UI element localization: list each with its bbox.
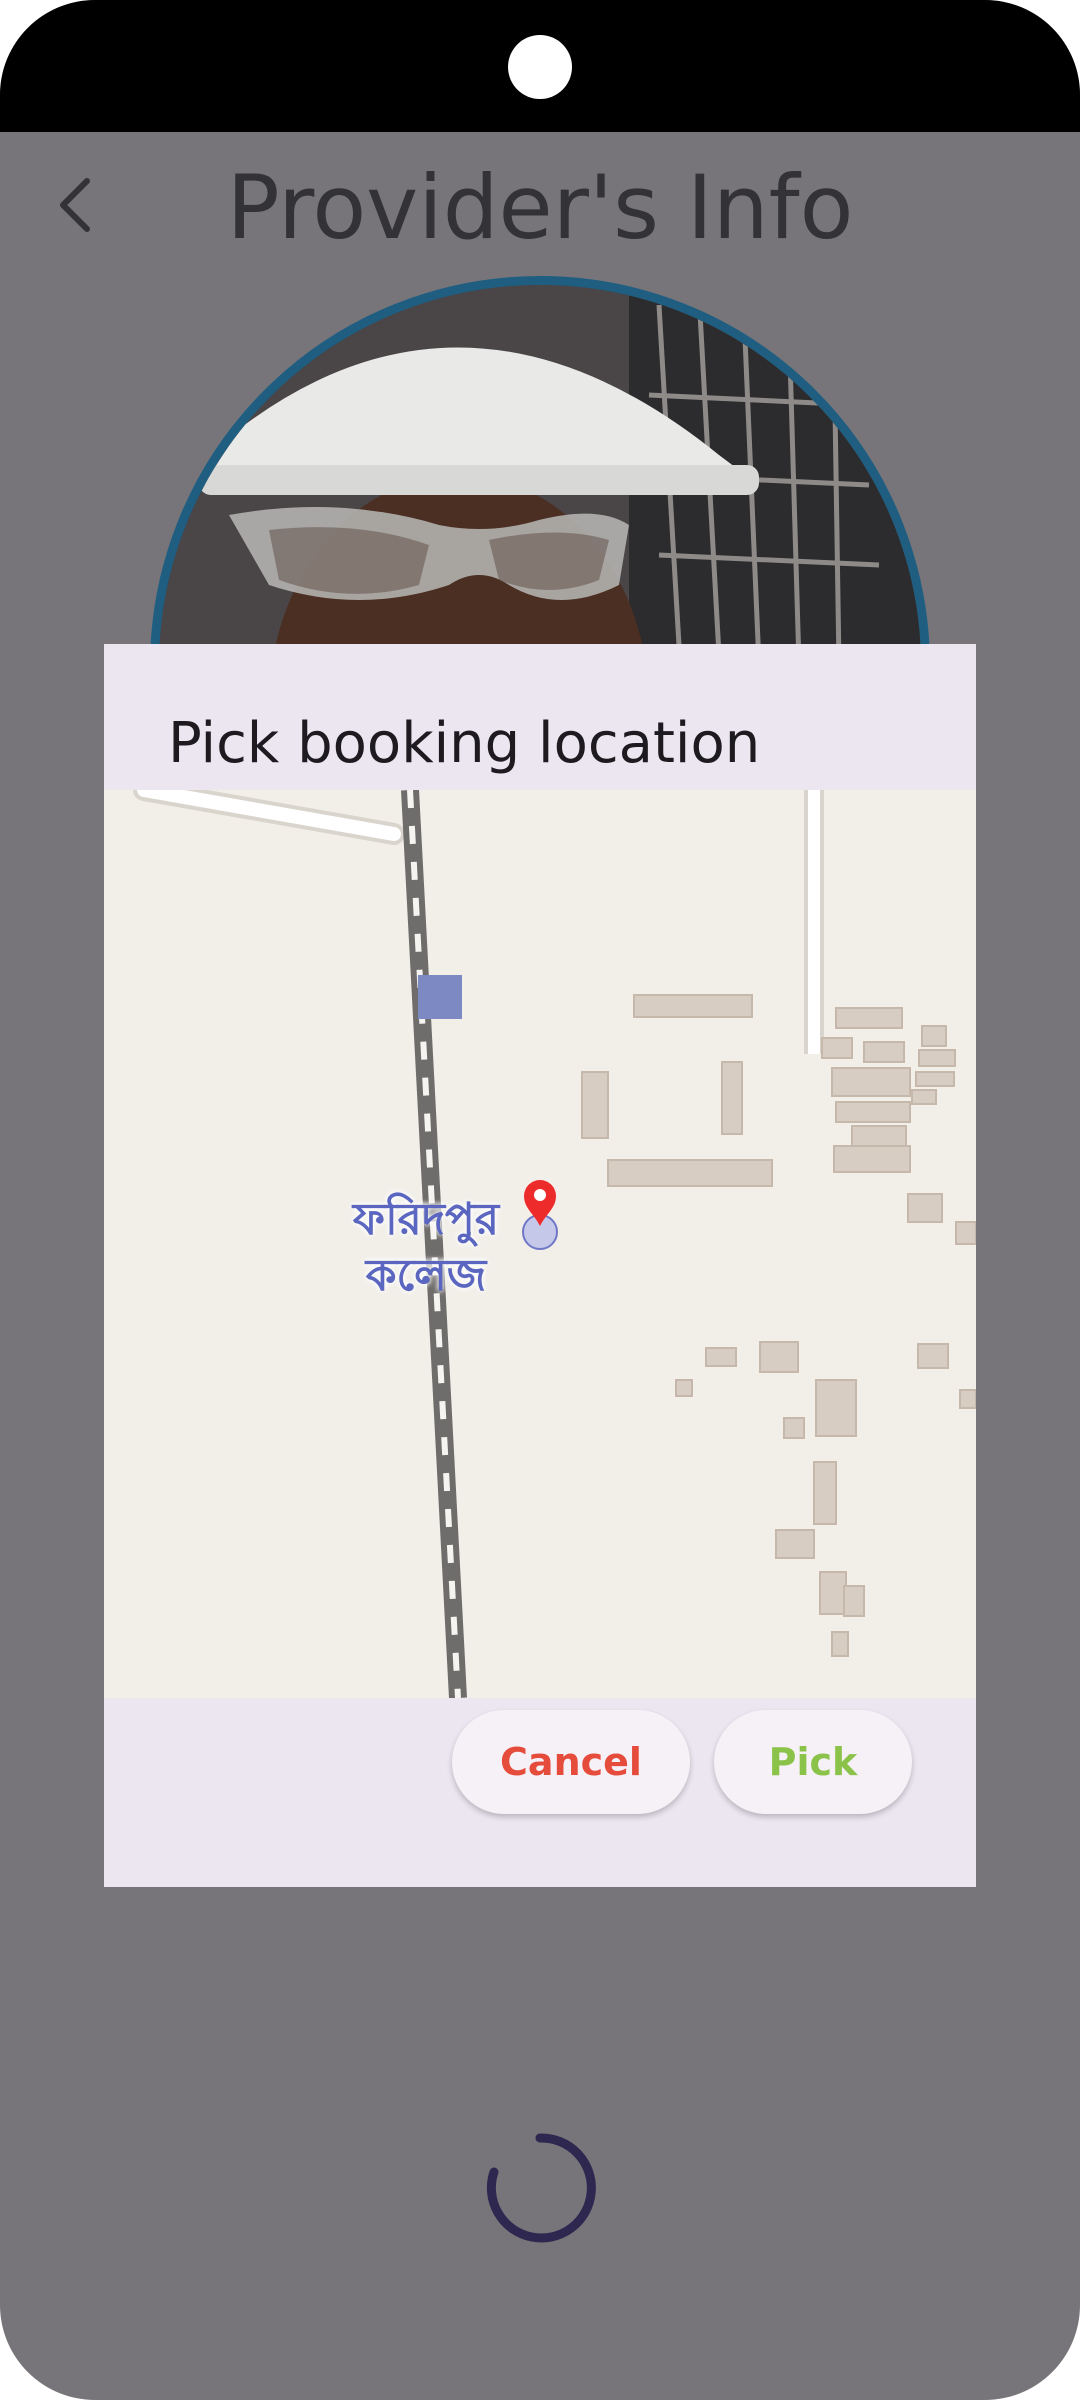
camera-cutout [508,35,572,99]
phone-screen: Provider's Info Pick booking location ফর… [0,0,1080,2400]
status-bar [0,0,1080,132]
map-place-label-line2: কলেজ [365,1250,487,1301]
map-tiles [104,790,976,1698]
loading-spinner-icon [486,2133,596,2243]
page-title: Provider's Info [226,156,854,259]
location-map[interactable]: ফরিদপুর কলেজ [104,790,976,1698]
pick-location-dialog: Pick booking location ফরিদপুর কলেজ Cance… [104,644,976,1887]
cancel-button[interactable]: Cancel [452,1710,690,1814]
dialog-title: Pick booking location [168,711,761,776]
map-place-label-line1: ফরিদপুর [352,1194,500,1245]
pick-button[interactable]: Pick [714,1710,912,1814]
map-place-label: ফরিদপুর কলেজ [326,1192,526,1304]
